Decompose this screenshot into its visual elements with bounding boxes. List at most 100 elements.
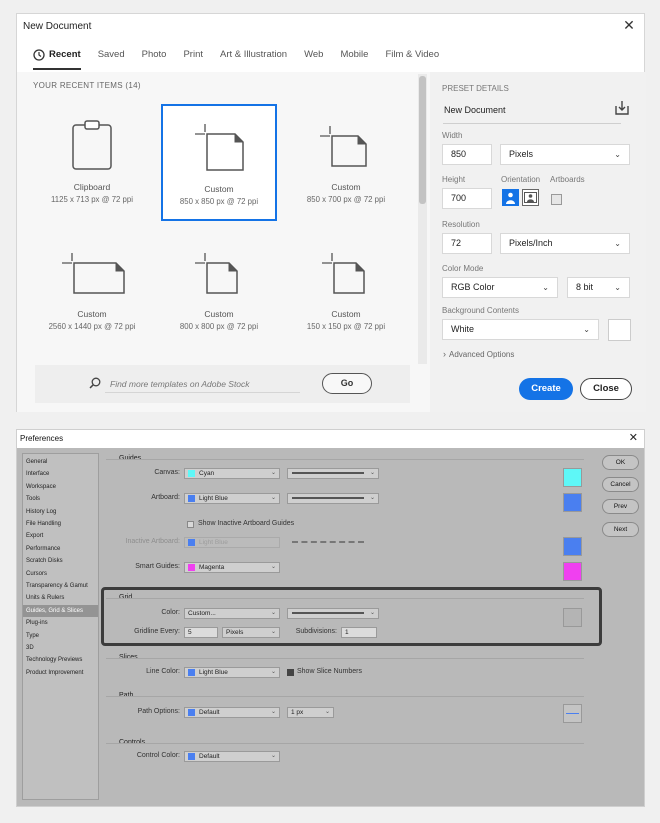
nav-item-cursors[interactable]: Cursors bbox=[23, 568, 98, 580]
show-slice-numbers-checkbox[interactable] bbox=[287, 669, 294, 676]
tab-print[interactable]: Print bbox=[183, 42, 203, 70]
clock-icon bbox=[33, 49, 45, 61]
tab-art-illustration[interactable]: Art & Illustration bbox=[220, 42, 287, 70]
stock-search-input[interactable]: Find more templates on Adobe Stock bbox=[110, 379, 250, 389]
resolution-input[interactable]: 72 bbox=[442, 233, 492, 254]
width-input[interactable]: 850 bbox=[442, 144, 492, 165]
nav-item-technology-previews[interactable]: Technology Previews bbox=[23, 654, 98, 666]
inactive-artboard-color-swatch[interactable] bbox=[563, 537, 582, 556]
nav-item-scratch-disks[interactable]: Scratch Disks bbox=[23, 555, 98, 567]
nav-item-performance[interactable]: Performance bbox=[23, 543, 98, 555]
recent-item-clipboard[interactable]: Clipboard 1125 x 713 px @ 72 ppi bbox=[34, 104, 150, 221]
artboards-checkbox[interactable] bbox=[551, 194, 562, 205]
height-label: Height bbox=[442, 175, 466, 184]
width-unit-select[interactable]: Pixels ⌄ bbox=[500, 144, 630, 165]
background-contents-select[interactable]: White ⌄ bbox=[442, 319, 599, 340]
advanced-options-toggle[interactable]: › Advanced Options bbox=[443, 349, 514, 359]
scrollbar-thumb[interactable] bbox=[419, 76, 426, 204]
chevron-right-icon: › bbox=[443, 349, 446, 359]
background-color-swatch[interactable] bbox=[608, 319, 631, 341]
tab-saved[interactable]: Saved bbox=[98, 42, 125, 70]
cancel-button[interactable]: Cancel bbox=[602, 477, 639, 492]
color-mode-select[interactable]: RGB Color ⌄ bbox=[442, 277, 558, 298]
color-swatch bbox=[188, 753, 195, 760]
canvas-color-swatch[interactable] bbox=[563, 468, 582, 487]
artboard-color-select[interactable]: Light Blue ⌄ bbox=[184, 493, 280, 504]
item-size: 850 x 850 px @ 72 ppi bbox=[179, 197, 259, 206]
bit-depth-select[interactable]: 8 bit ⌄ bbox=[567, 277, 630, 298]
close-icon[interactable]: ✕ bbox=[629, 432, 638, 445]
control-color-select[interactable]: Default ⌄ bbox=[184, 751, 280, 762]
close-icon[interactable]: ✕ bbox=[623, 18, 635, 32]
color-swatch bbox=[188, 669, 195, 676]
nav-item-general[interactable]: General bbox=[23, 456, 98, 468]
prev-button[interactable]: Prev bbox=[602, 499, 639, 514]
color-swatch bbox=[188, 495, 195, 502]
solid-line-icon bbox=[292, 497, 364, 499]
nav-item-transparency-gamut[interactable]: Transparency & Gamut bbox=[23, 580, 98, 592]
smart-guides-color-swatch[interactable] bbox=[563, 562, 582, 581]
create-button[interactable]: Create bbox=[519, 378, 573, 400]
save-preset-icon[interactable] bbox=[614, 100, 630, 116]
recent-item[interactable]: Custom 150 x 150 px @ 72 ppi bbox=[288, 231, 404, 348]
new-document-dialog: New Document ✕ Recent Saved Photo Print … bbox=[16, 13, 646, 412]
chevron-down-icon: ⌄ bbox=[614, 150, 621, 159]
go-button[interactable]: Go bbox=[322, 373, 372, 394]
height-input[interactable]: 700 bbox=[442, 188, 492, 209]
nav-item-guides-grid-slices[interactable]: Guides, Grid & Slices bbox=[23, 604, 98, 617]
nav-item-3d[interactable]: 3D bbox=[23, 642, 98, 654]
tab-mobile[interactable]: Mobile bbox=[340, 42, 368, 70]
color-swatch bbox=[188, 709, 195, 716]
path-options-label: Path Options: bbox=[137, 708, 180, 715]
nav-item-tools[interactable]: Tools bbox=[23, 493, 98, 505]
nav-item-file-handling[interactable]: File Handling bbox=[23, 518, 98, 530]
landscape-orientation-button[interactable] bbox=[522, 189, 539, 206]
width-label: Width bbox=[442, 131, 463, 140]
path-preview-line bbox=[566, 713, 579, 714]
artboard-color-swatch[interactable] bbox=[563, 493, 582, 512]
nav-item-units-rulers[interactable]: Units & Rulers bbox=[23, 592, 98, 604]
recent-items-heading: YOUR RECENT ITEMS (14) bbox=[33, 81, 141, 90]
scrollbar[interactable] bbox=[418, 74, 427, 364]
smart-guides-label: Smart Guides: bbox=[135, 563, 180, 570]
nav-item-export[interactable]: Export bbox=[23, 530, 98, 542]
color-swatch bbox=[188, 470, 195, 477]
slice-line-color-select[interactable]: Light Blue ⌄ bbox=[184, 667, 280, 678]
tab-photo[interactable]: Photo bbox=[142, 42, 167, 70]
show-inactive-artboard-checkbox[interactable] bbox=[187, 521, 194, 528]
canvas-color-select[interactable]: Cyan ⌄ bbox=[184, 468, 280, 479]
smart-guides-color-select[interactable]: Magenta ⌄ bbox=[184, 562, 280, 573]
color-swatch bbox=[188, 539, 195, 546]
ok-button[interactable]: OK bbox=[602, 455, 639, 470]
canvas-style-select[interactable]: ⌄ bbox=[287, 468, 379, 479]
nav-item-product-improvement[interactable]: Product Improvement bbox=[23, 667, 98, 679]
recent-item[interactable]: Custom 800 x 800 px @ 72 ppi bbox=[161, 231, 277, 348]
section-divider bbox=[106, 743, 584, 744]
nav-item-plug-ins[interactable]: Plug-ins bbox=[23, 617, 98, 629]
tab-recent[interactable]: Recent bbox=[33, 42, 81, 70]
tab-web[interactable]: Web bbox=[304, 42, 323, 70]
recent-item[interactable]: Custom 2560 x 1440 px @ 72 ppi bbox=[34, 231, 150, 348]
recent-item-selected[interactable]: Custom 850 x 850 px @ 72 ppi bbox=[161, 104, 277, 221]
clipboard-icon bbox=[34, 118, 150, 174]
item-name: Custom bbox=[77, 309, 107, 319]
artboard-style-select[interactable]: ⌄ bbox=[287, 493, 379, 504]
next-button[interactable]: Next bbox=[602, 522, 639, 537]
nav-item-history-log[interactable]: History Log bbox=[23, 506, 98, 518]
path-width-select[interactable]: 1 px ⌄ bbox=[287, 707, 334, 718]
recent-item[interactable]: Custom 850 x 700 px @ 72 ppi bbox=[288, 104, 404, 221]
section-divider bbox=[106, 658, 584, 659]
item-size: 1125 x 713 px @ 72 ppi bbox=[51, 195, 133, 204]
tab-film-video[interactable]: Film & Video bbox=[385, 42, 439, 70]
chevron-down-icon: ⌄ bbox=[614, 283, 621, 292]
nav-item-type[interactable]: Type bbox=[23, 630, 98, 642]
close-button[interactable]: Close bbox=[580, 378, 632, 400]
path-color-select[interactable]: Default ⌄ bbox=[184, 707, 280, 718]
preset-name-field[interactable]: New Document bbox=[444, 105, 506, 115]
inactive-artboard-style-select[interactable] bbox=[287, 537, 379, 548]
inactive-artboard-color-select[interactable]: Light Blue bbox=[184, 537, 280, 548]
portrait-orientation-button[interactable] bbox=[502, 189, 519, 206]
nav-item-workspace[interactable]: Workspace bbox=[23, 481, 98, 493]
resolution-unit-select[interactable]: Pixels/Inch ⌄ bbox=[500, 233, 630, 254]
nav-item-interface[interactable]: Interface bbox=[23, 468, 98, 480]
